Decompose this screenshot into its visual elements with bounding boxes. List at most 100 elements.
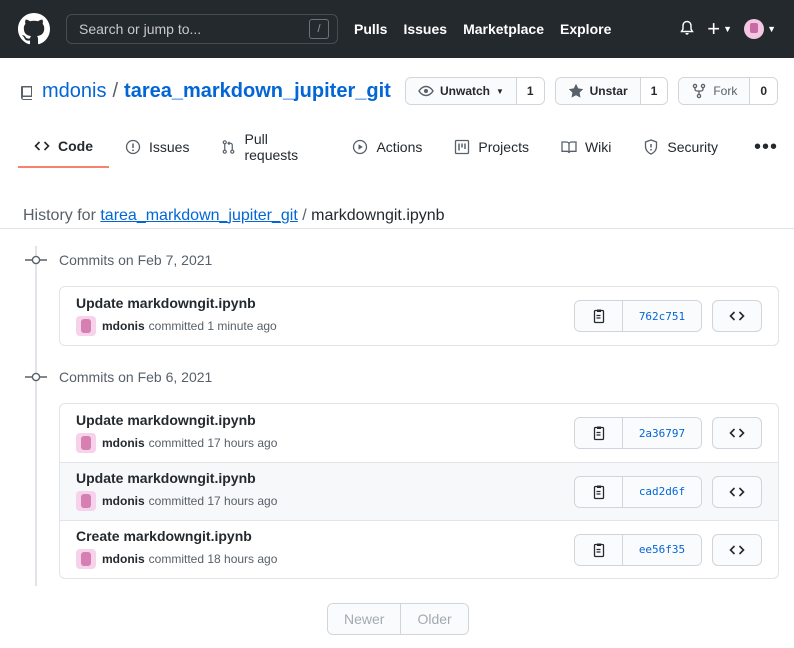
create-new-button[interactable]: + ▼ bbox=[707, 18, 732, 40]
copy-sha-button[interactable] bbox=[575, 301, 623, 331]
page-title: History for tarea_markdown_jupiter_git /… bbox=[23, 207, 445, 225]
commit-time: committed 17 hours ago bbox=[148, 435, 278, 450]
tab-actions[interactable]: Actions bbox=[336, 126, 438, 168]
plus-icon: + bbox=[707, 16, 721, 41]
history-repo-link[interactable]: tarea_markdown_jupiter_git bbox=[100, 207, 297, 224]
code-icon bbox=[729, 544, 745, 555]
commit-list: Update markdowngit.ipynb mdonis committe… bbox=[59, 286, 779, 346]
commit-author[interactable]: mdonis bbox=[102, 552, 145, 566]
browse-files-button[interactable] bbox=[712, 300, 762, 332]
repo-name-link[interactable]: tarea_markdown_jupiter_git bbox=[124, 80, 391, 103]
star-icon bbox=[568, 83, 583, 98]
copy-sha-button[interactable] bbox=[575, 476, 623, 507]
chevron-down-icon: ▼ bbox=[767, 24, 776, 34]
code-icon bbox=[34, 141, 50, 151]
commit-title[interactable]: Update markdowngit.ipynb bbox=[76, 412, 574, 428]
commit-group-heading: Commits on Feb 7, 2021 bbox=[25, 252, 212, 268]
bell-icon[interactable] bbox=[679, 20, 695, 39]
commit-author[interactable]: mdonis bbox=[102, 436, 145, 450]
user-menu-button[interactable]: ▼ bbox=[744, 19, 776, 39]
tab-pull-requests[interactable]: Pull requests bbox=[205, 126, 336, 168]
tab-label: Code bbox=[58, 138, 93, 154]
sha-group: 2a36797 bbox=[574, 417, 702, 449]
repo-separator: / bbox=[112, 80, 119, 102]
commit-list: Update markdowngit.ipynb mdonis committe… bbox=[59, 403, 779, 579]
search-input[interactable]: Search or jump to... / bbox=[66, 14, 338, 44]
fork-label: Fork bbox=[713, 84, 738, 98]
commit-sha-link[interactable]: ee56f35 bbox=[623, 534, 701, 565]
tab-issues[interactable]: Issues bbox=[109, 126, 205, 168]
sha-group: ee56f35 bbox=[574, 533, 702, 566]
clipboard-icon bbox=[593, 426, 604, 441]
pagination: Newer Older bbox=[327, 603, 469, 635]
commit-sha-link[interactable]: cad2d6f bbox=[623, 476, 701, 507]
copy-sha-button[interactable] bbox=[575, 418, 623, 448]
avatar[interactable] bbox=[76, 315, 96, 336]
commit-time: committed 17 hours ago bbox=[148, 494, 278, 508]
code-icon bbox=[729, 428, 745, 438]
nav-explore[interactable]: Explore bbox=[560, 21, 611, 37]
repo-title: mdonis / tarea_markdown_jupiter_git bbox=[20, 80, 391, 103]
commit-sha-link[interactable]: 2a36797 bbox=[623, 418, 701, 448]
issue-icon bbox=[125, 139, 141, 155]
fork-group: Fork 0 bbox=[678, 77, 778, 105]
watch-count[interactable]: 1 bbox=[515, 78, 544, 104]
history-separator: / bbox=[302, 207, 307, 224]
more-tabs-button[interactable]: ••• bbox=[738, 126, 794, 168]
commit-author[interactable]: mdonis bbox=[102, 319, 145, 333]
commit-row: Update markdowngit.ipynb mdonis committe… bbox=[60, 462, 778, 520]
tab-label: Security bbox=[667, 139, 718, 155]
slash-shortcut-icon: / bbox=[309, 19, 329, 39]
history-prefix: History for bbox=[23, 207, 96, 224]
code-icon bbox=[729, 311, 745, 321]
repo-icon bbox=[20, 84, 34, 100]
tab-projects[interactable]: Projects bbox=[438, 126, 545, 168]
commit-title[interactable]: Create markdowngit.ipynb bbox=[76, 528, 574, 544]
browse-files-button[interactable] bbox=[712, 475, 762, 508]
commit-author[interactable]: mdonis bbox=[102, 494, 145, 508]
sha-group: 762c751 bbox=[574, 300, 702, 332]
unwatch-label: Unwatch bbox=[439, 84, 490, 98]
commit-row: Update markdowngit.ipynb mdonis committe… bbox=[60, 287, 778, 345]
tab-wiki[interactable]: Wiki bbox=[545, 126, 627, 168]
unstar-button[interactable]: Unstar bbox=[555, 78, 640, 104]
older-button[interactable]: Older bbox=[400, 604, 468, 634]
unwatch-button[interactable]: Unwatch ▼ bbox=[405, 78, 516, 104]
unstar-label: Unstar bbox=[589, 84, 628, 98]
avatar[interactable] bbox=[76, 432, 96, 453]
chevron-down-icon: ▼ bbox=[723, 24, 733, 34]
watch-group: Unwatch ▼ 1 bbox=[404, 77, 545, 105]
nav-issues[interactable]: Issues bbox=[403, 21, 447, 37]
commit-group-date: Commits on Feb 7, 2021 bbox=[59, 252, 213, 268]
commit-title[interactable]: Update markdowngit.ipynb bbox=[76, 470, 574, 486]
tab-code[interactable]: Code bbox=[18, 126, 109, 168]
shield-icon bbox=[645, 139, 658, 155]
fork-count[interactable]: 0 bbox=[749, 78, 777, 104]
commit-title[interactable]: Update markdowngit.ipynb bbox=[76, 295, 574, 311]
avatar[interactable] bbox=[76, 549, 96, 569]
tab-label: Pull requests bbox=[244, 131, 299, 163]
search-placeholder: Search or jump to... bbox=[79, 21, 202, 37]
github-logo-icon[interactable] bbox=[18, 13, 50, 45]
tab-label: Wiki bbox=[584, 139, 612, 155]
tab-security[interactable]: Security bbox=[627, 126, 734, 168]
pull-request-icon bbox=[223, 140, 235, 154]
avatar[interactable] bbox=[76, 491, 96, 511]
commit-time: committed 1 minute ago bbox=[148, 318, 277, 333]
nav-pulls[interactable]: Pulls bbox=[354, 21, 387, 37]
commit-sha-link[interactable]: 762c751 bbox=[623, 301, 701, 331]
global-header: Search or jump to... / Pulls Issues Mark… bbox=[0, 0, 794, 58]
tab-label: Issues bbox=[149, 139, 190, 155]
nav-marketplace[interactable]: Marketplace bbox=[463, 21, 544, 37]
repo-owner-link[interactable]: mdonis bbox=[42, 80, 106, 103]
browse-files-button[interactable] bbox=[712, 417, 762, 449]
tab-label: Projects bbox=[478, 139, 529, 155]
history-file: markdowngit.ipynb bbox=[311, 207, 445, 224]
star-count[interactable]: 1 bbox=[639, 78, 668, 104]
copy-sha-button[interactable] bbox=[575, 534, 623, 565]
commit-group-date: Commits on Feb 6, 2021 bbox=[59, 369, 213, 385]
newer-button[interactable]: Newer bbox=[328, 604, 401, 634]
commit-node-icon bbox=[25, 372, 47, 382]
fork-button[interactable]: Fork bbox=[679, 78, 750, 104]
browse-files-button[interactable] bbox=[712, 533, 762, 566]
